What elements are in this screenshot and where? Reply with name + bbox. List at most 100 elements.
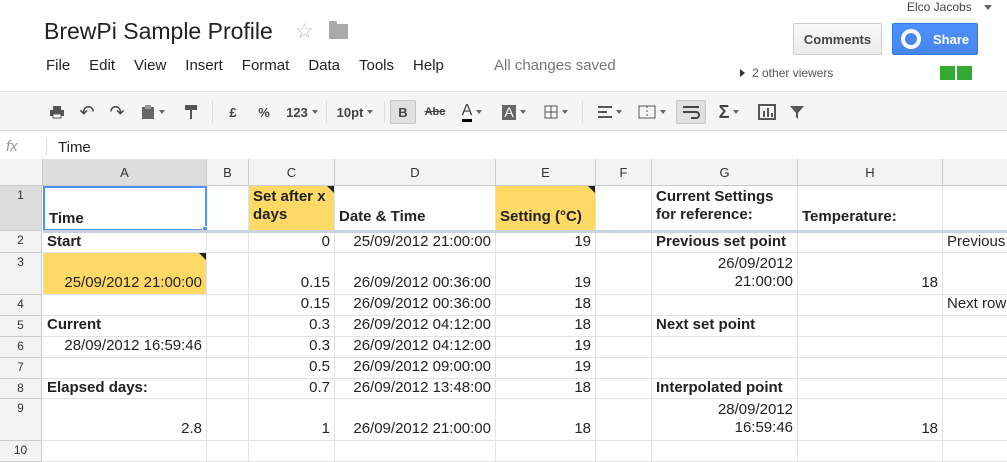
text-color-dropdown[interactable]: A: [452, 100, 492, 124]
cell-i7[interactable]: [943, 358, 1007, 379]
wrap-text-button[interactable]: [676, 100, 706, 124]
cell-e3[interactable]: 19: [496, 253, 596, 295]
cell-e7[interactable]: 19: [496, 358, 596, 379]
cell-g7[interactable]: [652, 358, 798, 379]
cell-h4[interactable]: [798, 295, 943, 316]
cell-f3[interactable]: [596, 253, 652, 295]
cell-c1[interactable]: Set after x days: [249, 186, 335, 231]
cell-c4[interactable]: 0.15: [249, 295, 335, 316]
strikethrough-button[interactable]: Abc: [420, 100, 450, 124]
star-icon[interactable]: ☆: [295, 19, 314, 44]
cell-a4[interactable]: [43, 295, 207, 316]
cell-f2[interactable]: [596, 233, 652, 253]
cell-h5[interactable]: [798, 316, 943, 337]
row-header[interactable]: 6: [0, 337, 42, 358]
bold-button[interactable]: B: [390, 100, 416, 124]
cell-b3[interactable]: [207, 253, 249, 295]
cell-e4[interactable]: 18: [496, 295, 596, 316]
cell-c5[interactable]: 0.3: [249, 316, 335, 337]
cell-e9[interactable]: 18: [496, 399, 596, 441]
cell-h3[interactable]: 18: [798, 253, 943, 295]
cell-b5[interactable]: [207, 316, 249, 337]
share-button[interactable]: Share: [892, 23, 978, 55]
cell-g2[interactable]: Previous set point: [652, 233, 798, 253]
cell-f8[interactable]: [596, 379, 652, 399]
viewer-avatar[interactable]: [940, 66, 955, 80]
row-header[interactable]: 2: [0, 231, 42, 253]
cell-e1[interactable]: Setting (°C): [496, 186, 596, 231]
cell-e5[interactable]: 18: [496, 316, 596, 337]
column-header-i[interactable]: [943, 159, 1007, 186]
cell-c2[interactable]: 0: [249, 233, 335, 253]
cell-i10[interactable]: [943, 441, 1007, 462]
cell-i8[interactable]: [943, 379, 1007, 399]
menu-insert[interactable]: Insert: [185, 57, 223, 74]
print-icon[interactable]: [46, 100, 68, 124]
cell-f5[interactable]: [596, 316, 652, 337]
cell-d9[interactable]: 26/09/2012 21:00:00: [335, 399, 496, 441]
filter-icon[interactable]: [786, 100, 808, 124]
menu-help[interactable]: Help: [413, 57, 444, 74]
formula-input[interactable]: Time: [58, 139, 91, 156]
cell-f6[interactable]: [596, 337, 652, 358]
cell-g4[interactable]: [652, 295, 798, 316]
fill-color-dropdown[interactable]: A: [494, 100, 534, 124]
cell-g1[interactable]: Current Settings for reference:: [652, 186, 798, 231]
document-title[interactable]: BrewPi Sample Profile: [44, 18, 273, 45]
cell-a10[interactable]: [43, 441, 207, 462]
cell-f9[interactable]: [596, 399, 652, 441]
row-header[interactable]: 8: [0, 379, 42, 399]
column-header-d[interactable]: D: [335, 159, 496, 186]
column-header-f[interactable]: F: [596, 159, 652, 186]
cell-g6[interactable]: [652, 337, 798, 358]
folder-icon[interactable]: [329, 21, 348, 39]
menu-format[interactable]: Format: [242, 57, 290, 74]
merge-cells-dropdown[interactable]: [634, 100, 670, 124]
cell-h2[interactable]: [798, 233, 943, 253]
percent-format-button[interactable]: %: [253, 100, 275, 124]
paste-format-icon[interactable]: [136, 100, 170, 124]
align-dropdown[interactable]: [592, 100, 628, 124]
cell-f4[interactable]: [596, 295, 652, 316]
cell-h6[interactable]: [798, 337, 943, 358]
cell-d2[interactable]: 25/09/2012 21:00:00: [335, 233, 496, 253]
cell-b8[interactable]: [207, 379, 249, 399]
cell-a1[interactable]: Time: [43, 186, 207, 231]
cell-d1[interactable]: Date & Time: [335, 186, 496, 231]
cell-g5[interactable]: Next set point: [652, 316, 798, 337]
chevron-down-icon[interactable]: [984, 5, 992, 10]
cell-a6[interactable]: 28/09/2012 16:59:46: [43, 337, 207, 358]
cell-e6[interactable]: 19: [496, 337, 596, 358]
cell-i3[interactable]: [943, 253, 1007, 295]
cell-a3[interactable]: 25/09/2012 21:00:00: [43, 253, 207, 295]
font-size-dropdown[interactable]: 10pt: [330, 100, 380, 124]
row-header[interactable]: 4: [0, 295, 42, 316]
cell-e8[interactable]: 18: [496, 379, 596, 399]
cell-d3[interactable]: 26/09/2012 00:36:00: [335, 253, 496, 295]
cell-a9[interactable]: 2.8: [43, 399, 207, 441]
menu-tools[interactable]: Tools: [359, 57, 394, 74]
cell-g3[interactable]: 26/09/2012 21:00:00: [652, 253, 798, 295]
column-header-h[interactable]: H: [798, 159, 943, 186]
select-all-corner[interactable]: [0, 159, 43, 186]
menu-view[interactable]: View: [134, 57, 166, 74]
menu-edit[interactable]: Edit: [89, 57, 115, 74]
column-header-b[interactable]: B: [207, 159, 249, 186]
cell-g9[interactable]: 28/09/2012 16:59:46: [652, 399, 798, 441]
user-name[interactable]: Elco Jacobs: [907, 0, 972, 14]
cell-h7[interactable]: [798, 358, 943, 379]
cell-b4[interactable]: [207, 295, 249, 316]
cell-b1[interactable]: [207, 186, 249, 231]
cell-h10[interactable]: [798, 441, 943, 462]
cell-c6[interactable]: 0.3: [249, 337, 335, 358]
cell-g10[interactable]: [652, 441, 798, 462]
cell-h1[interactable]: Temperature:: [798, 186, 943, 231]
cell-a7[interactable]: [43, 358, 207, 379]
cell-i1[interactable]: [943, 186, 1007, 231]
cell-c9[interactable]: 1: [249, 399, 335, 441]
cell-d10[interactable]: [335, 441, 496, 462]
row-header[interactable]: 1: [0, 186, 42, 231]
cell-c7[interactable]: 0.5: [249, 358, 335, 379]
comments-button[interactable]: Comments: [793, 23, 882, 55]
cell-d4[interactable]: 26/09/2012 00:36:00: [335, 295, 496, 316]
